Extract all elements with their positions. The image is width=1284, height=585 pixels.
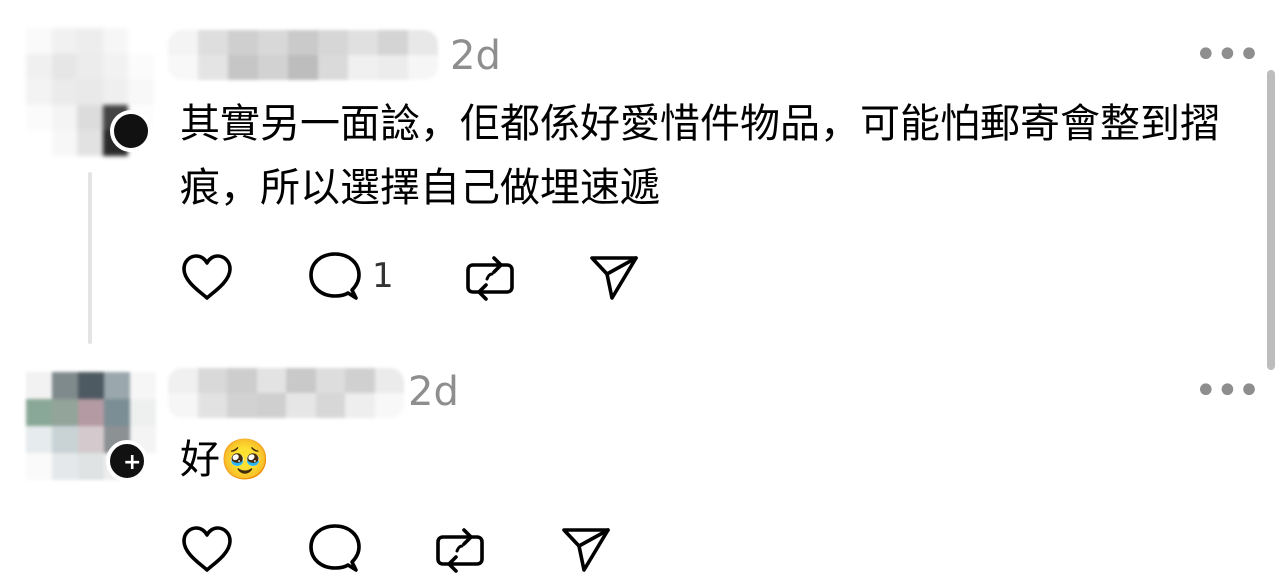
thread-line [88,172,92,344]
plus-icon: + [123,450,142,475]
share-icon[interactable] [588,252,640,302]
follow-badge-icon[interactable] [110,110,152,152]
comment-icon[interactable] [306,522,362,576]
scrollbar[interactable] [1267,70,1275,370]
username[interactable] [168,30,438,80]
heart-icon[interactable] [180,252,234,302]
heart-icon[interactable] [180,524,234,574]
share-icon[interactable] [560,524,612,574]
comment-icon[interactable] [306,250,362,304]
follow-badge-icon[interactable]: + [106,440,148,482]
more-options-icon[interactable]: ••• [1194,371,1261,411]
repost-icon[interactable] [434,524,486,576]
username[interactable] [168,368,404,418]
more-options-icon[interactable]: ••• [1194,35,1261,75]
repost-icon[interactable] [464,252,516,304]
timestamp: 2d [408,369,459,415]
comment-text: 好🥹 [180,437,270,483]
timestamp: 2d [450,33,501,79]
reply-count: 1 [372,256,394,296]
comment-text: 其實另一面諗，佢都係好愛惜件物品，可能怕郵寄會整到摺痕，所以選擇自己做埋速遞 [180,101,1220,211]
